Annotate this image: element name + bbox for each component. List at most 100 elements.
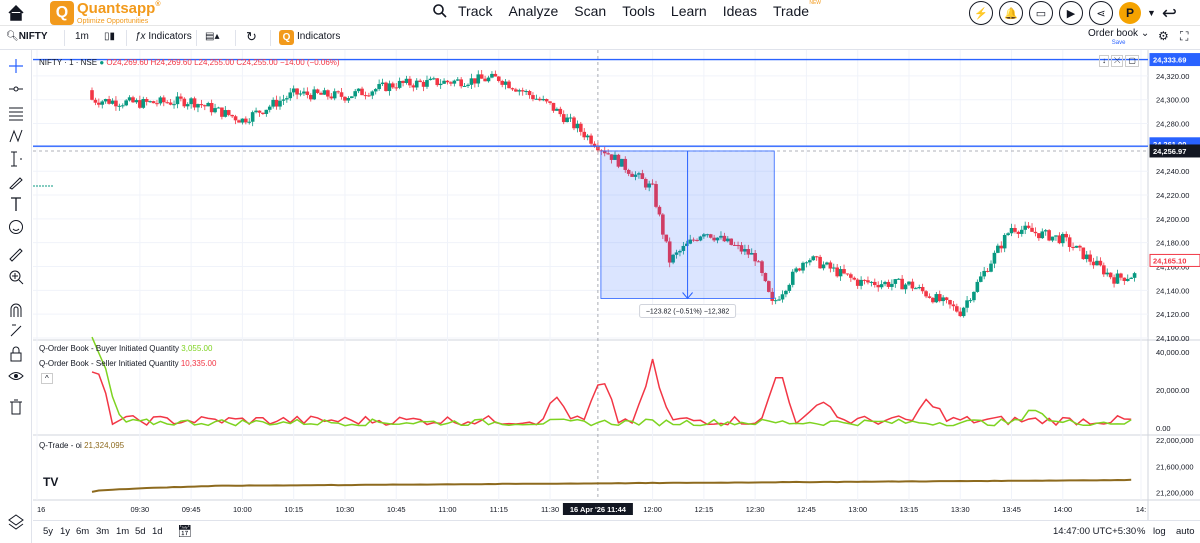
chart-area[interactable]: 24,320.0024,300.0024,280.0024,260.0024,2… — [33, 50, 1200, 520]
nav-trade[interactable]: Trade NEW — [772, 0, 821, 19]
interval-button[interactable]: 1m — [75, 31, 89, 42]
refresh-icon[interactable]: ↻ — [246, 29, 257, 45]
qtrade-label: Q-Trade - oi — [39, 441, 82, 450]
candle-body — [336, 91, 340, 93]
candle-body — [575, 123, 580, 129]
status-dot: ● — [99, 58, 105, 67]
pattern-icon[interactable] — [8, 128, 24, 144]
brush-icon[interactable] — [8, 174, 24, 190]
candle-body — [1064, 233, 1069, 238]
range-1y[interactable]: 1y — [60, 526, 70, 537]
collapse-icon[interactable]: ⤬ — [1111, 55, 1124, 67]
clock[interactable]: 14:47:00 UTC+5:30 — [1053, 526, 1136, 537]
crosshair-icon[interactable] — [8, 58, 24, 74]
nav-learn[interactable]: Learn — [671, 3, 707, 19]
candle-type-icon[interactable]: ▯▮ — [104, 31, 115, 42]
arrow-down-icon[interactable]: ↓ — [1099, 55, 1109, 67]
range-5y[interactable]: 5y — [43, 526, 53, 537]
chevron-down-icon: ⌄ — [1140, 28, 1150, 39]
layers-icon[interactable] — [8, 514, 24, 530]
magnet-icon[interactable] — [8, 302, 24, 318]
candle-body — [226, 110, 231, 115]
new-badge: NEW — [809, 0, 822, 6]
zoom-in-icon[interactable] — [8, 269, 24, 285]
brand-logo[interactable]: Q Quantsapp® Optimize Opportunities — [50, 1, 161, 25]
fib-icon[interactable] — [8, 105, 24, 121]
templates-icon[interactable]: ▤▴ — [205, 31, 219, 42]
candle-body — [890, 283, 894, 287]
candle-body — [855, 279, 860, 286]
lightning-icon[interactable]: ⚡ — [969, 1, 993, 25]
auto-toggle[interactable]: auto — [1176, 526, 1195, 537]
candle-body — [319, 92, 323, 95]
nav-track[interactable]: Track — [458, 3, 492, 19]
candle-body — [1081, 247, 1086, 260]
candle-body — [155, 103, 159, 105]
text-icon[interactable] — [8, 196, 24, 212]
candle-body — [517, 90, 522, 92]
percent-toggle[interactable]: % — [1137, 526, 1145, 537]
nav-analyze[interactable]: Analyze — [508, 3, 558, 19]
candle-body — [917, 287, 922, 289]
candle-body — [428, 78, 433, 81]
nav-ideas[interactable]: Ideas — [723, 3, 757, 19]
symbol-search[interactable]: 🔍︎NIFTY — [6, 31, 48, 42]
bell-icon[interactable]: 🔔 — [999, 1, 1023, 25]
price-chart[interactable]: 24,320.0024,300.0024,280.0024,260.0024,2… — [33, 50, 1200, 520]
candle-body — [438, 83, 443, 86]
indicators-button[interactable]: ƒx Indicators — [135, 31, 192, 42]
x-tick-label: 13:45 — [1002, 505, 1021, 514]
log-toggle[interactable]: log — [1153, 526, 1166, 537]
y-tick-label: 24,120.00 — [1156, 310, 1189, 319]
measure-icon[interactable] — [8, 151, 24, 167]
window-icon[interactable]: ▭ — [1029, 1, 1053, 25]
collapse-button[interactable]: ^ — [41, 373, 53, 384]
candle-body — [161, 97, 166, 103]
nav-scan[interactable]: Scan — [574, 3, 606, 19]
candle-body — [209, 102, 214, 113]
x-tick-label: 11:00 — [438, 505, 456, 514]
fullscreen-icon[interactable]: ⛶ — [1180, 29, 1188, 44]
trash-icon[interactable] — [8, 399, 24, 415]
range-1d[interactable]: 1d — [152, 526, 163, 537]
eye-icon[interactable] — [8, 368, 24, 384]
back-arrow-icon[interactable]: ↩ — [1162, 3, 1177, 24]
candle-body — [524, 91, 528, 93]
lock-icon[interactable] — [8, 346, 24, 362]
maximize-icon[interactable]: ▢ — [1125, 55, 1139, 67]
share-icon[interactable]: ⋖ — [1089, 1, 1113, 25]
tradingview-logo[interactable]: TV — [43, 475, 58, 489]
range-6m[interactable]: 6m — [76, 526, 89, 537]
candle-body — [110, 100, 115, 104]
range-1m[interactable]: 1m — [116, 526, 129, 537]
candle-body — [134, 100, 139, 103]
candle-body — [1057, 235, 1062, 244]
candle-body — [360, 88, 364, 96]
candle-body — [1050, 236, 1055, 241]
range-3m[interactable]: 3m — [96, 526, 109, 537]
video-icon[interactable]: ▶ — [1059, 1, 1083, 25]
candle-body — [356, 88, 361, 92]
nav-tools[interactable]: Tools — [622, 3, 655, 19]
candle-body — [989, 263, 993, 272]
quantsapp-indicators-icon[interactable]: Q — [279, 30, 294, 45]
candle-body — [114, 100, 118, 107]
quantsapp-indicators-button[interactable]: Indicators — [297, 31, 340, 42]
range-5d[interactable]: 5d — [135, 526, 146, 537]
goto-date-icon[interactable]: 📅︎ — [177, 524, 192, 538]
chevron-down-icon[interactable]: ▼ — [1147, 8, 1156, 18]
orderbook-button[interactable]: Order book ⌄ Save — [1088, 28, 1150, 47]
avatar[interactable]: P — [1119, 2, 1141, 24]
candle-body — [544, 99, 549, 102]
candle-body — [196, 104, 200, 108]
trendline-icon[interactable] — [8, 81, 24, 97]
ruler-icon[interactable] — [8, 247, 24, 263]
lock-drawings-icon[interactable] — [8, 322, 24, 338]
candle-body — [1037, 233, 1041, 239]
nav-trade-label: Trade — [772, 3, 810, 19]
search-icon[interactable] — [432, 3, 448, 19]
home-icon[interactable] — [6, 3, 26, 23]
settings-icon[interactable]: ⚙ — [1158, 29, 1169, 43]
emoji-icon[interactable] — [8, 219, 24, 235]
x-tick-label: 10:30 — [336, 505, 355, 514]
